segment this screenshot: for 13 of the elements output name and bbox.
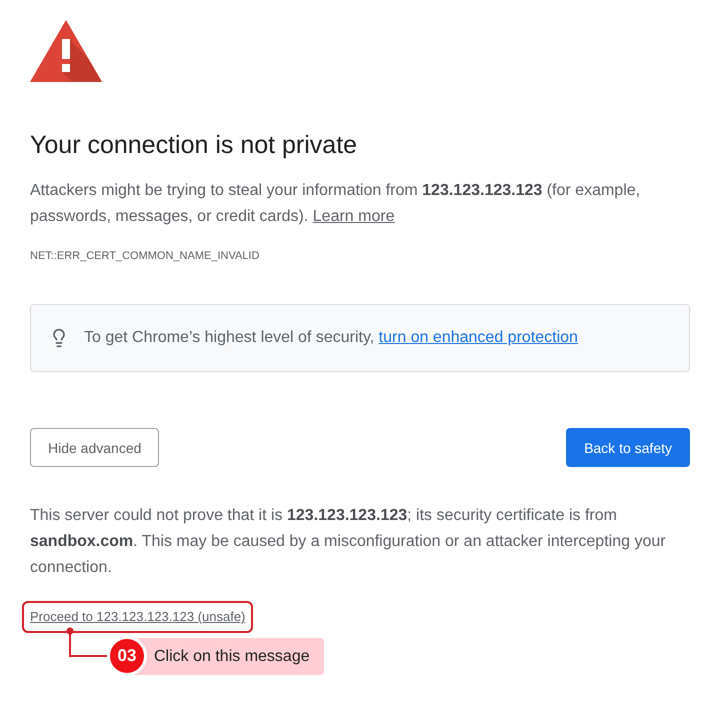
warning-icon <box>30 20 102 82</box>
step-number: 03 <box>107 636 147 676</box>
security-tip-text: To get Chrome’s highest level of security, turn on enhanced protection <box>84 328 578 348</box>
page-heading: Your connection is not private <box>30 130 358 160</box>
enhanced-protection-link[interactable]: turn on enhanced protection <box>378 329 578 346</box>
details-text: This server could not prove that it is 123.123.123.123; its security certificate is from sandbox.com. This may be caused by a misconfiguration or an attacker intercepting your connection. <box>30 506 667 578</box>
hide-advanced-button[interactable]: Hide advanced <box>30 428 160 467</box>
back-to-safety-button[interactable]: Back to safety <box>566 428 690 467</box>
warning-text: Attackers might be trying to steal your information from 123.123.123.123 (for example, passwords, messages, or credit cards). Learn more <box>30 181 642 227</box>
proceed-link[interactable]: Proceed to 123.123.123.123 (unsafe) <box>30 609 246 624</box>
leader-line <box>66 627 107 658</box>
learn-more-link[interactable]: Learn more <box>312 208 395 225</box>
error-code: NET::ERR_CERT_COMMON_NAME_INVALID <box>30 249 260 264</box>
